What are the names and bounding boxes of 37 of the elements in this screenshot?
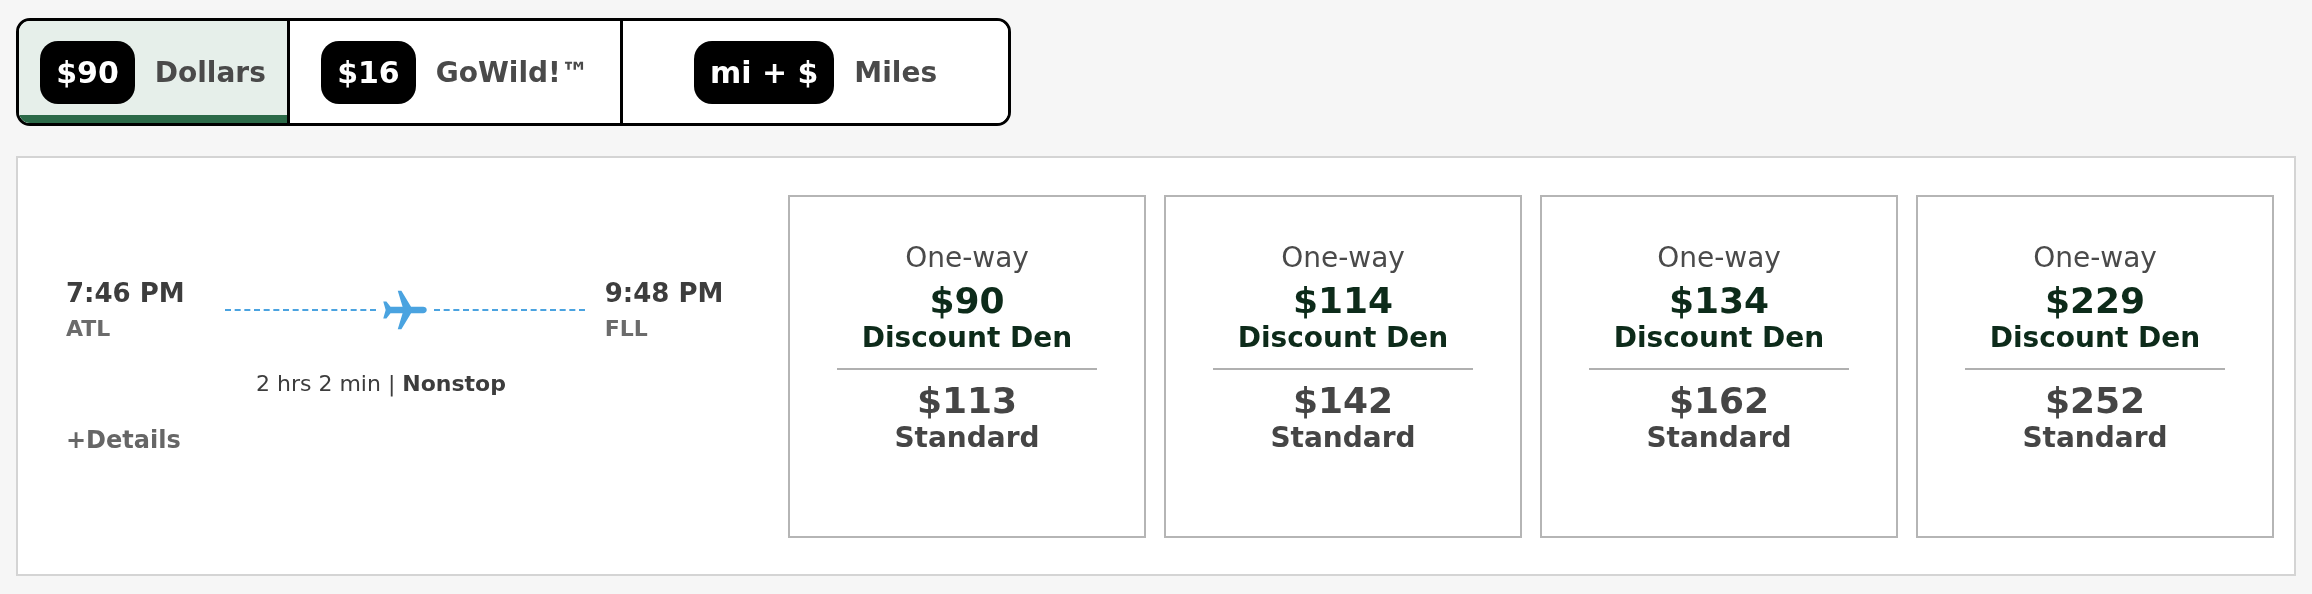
standard-price: $142: [1292, 379, 1394, 421]
standard-price: $162: [1668, 379, 1770, 421]
trip-type: One-way: [2033, 240, 2157, 274]
discount-price: $114: [1292, 279, 1394, 321]
flight-duration: 2 hrs 2 min | Nonstop: [256, 371, 506, 396]
standard-price: $252: [2044, 379, 2146, 421]
standard-label: Standard: [1646, 420, 1792, 454]
trip-type: One-way: [1281, 240, 1405, 274]
discount-label: Discount Den: [1613, 320, 1825, 354]
tab-label: GoWild!™: [435, 55, 589, 89]
standard-price: $113: [916, 379, 1018, 421]
fare-card[interactable]: One-way $90 Discount Den $113 Standard: [788, 194, 1146, 538]
fare-card[interactable]: One-way $114 Discount Den $142 Standard: [1164, 194, 1522, 538]
price-badge: $16: [321, 40, 416, 104]
standard-label: Standard: [2022, 420, 2168, 454]
fare-type-tab[interactable]: $90 Dollars: [19, 21, 290, 123]
details-link[interactable]: +Details: [66, 426, 181, 454]
standard-label: Standard: [894, 420, 1040, 454]
price-badge: mi + $: [693, 40, 835, 104]
discount-label: Discount Den: [1237, 320, 1449, 354]
departure-time: 7:46 PM: [66, 278, 185, 308]
tab-label: Miles: [854, 55, 938, 89]
trip-type: One-way: [905, 240, 1029, 274]
fare-card[interactable]: One-way $229 Discount Den $252 Standard: [1916, 194, 2274, 538]
fare-card[interactable]: One-way $134 Discount Den $162 Standard: [1540, 194, 1898, 538]
standard-label: Standard: [1270, 420, 1416, 454]
tab-label: Dollars: [154, 55, 266, 89]
discount-label: Discount Den: [1989, 320, 2201, 354]
arrival-time: 9:48 PM: [604, 278, 724, 308]
discount-price: $90: [929, 279, 1005, 321]
discount-price: $229: [2044, 279, 2146, 321]
departure-airport: ATL: [66, 316, 112, 341]
arrival-airport: FLL: [604, 316, 649, 341]
trip-type: One-way: [1657, 240, 1781, 274]
price-badge: $90: [40, 40, 135, 104]
discount-label: Discount Den: [861, 320, 1073, 354]
discount-price: $134: [1668, 279, 1770, 321]
